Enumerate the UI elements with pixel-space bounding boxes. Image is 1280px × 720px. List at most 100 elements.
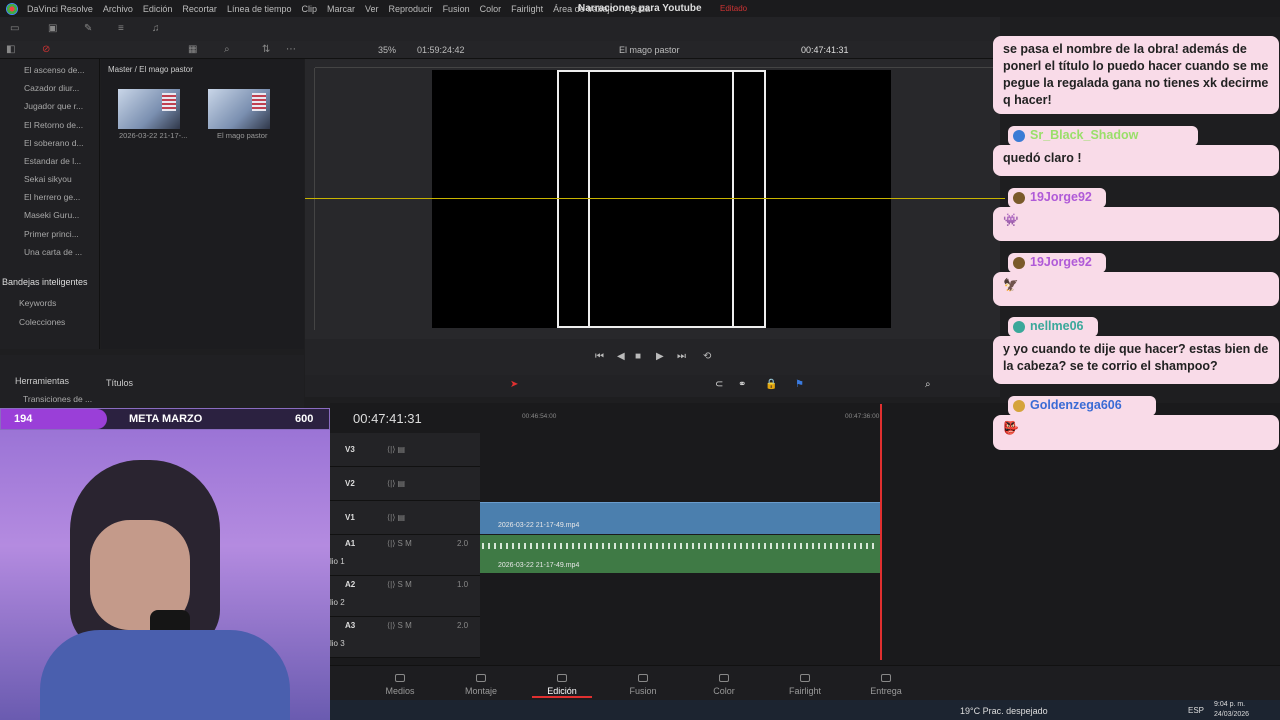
bin-item[interactable]: Sekai sikyou: [24, 174, 72, 184]
media-thumbnail[interactable]: [208, 89, 270, 129]
track-audio-name: lio 2: [330, 598, 345, 607]
track-a3[interactable]: A3 ⟨|⟩ S M 2.0 lio 3: [330, 617, 480, 658]
media-pool-icon[interactable]: ▭: [10, 24, 19, 34]
select-tool-icon[interactable]: ➤: [510, 380, 518, 390]
language[interactable]: ESP: [1188, 706, 1204, 715]
breadcrumb[interactable]: Master / El mago pastor: [108, 65, 193, 74]
bin-item[interactable]: El soberano d...: [24, 138, 84, 148]
chat-username: nellme06: [1008, 317, 1098, 337]
viewer-canvas[interactable]: [432, 70, 891, 328]
menu-marcar[interactable]: Marcar: [327, 4, 355, 14]
track-level: 1.0: [457, 580, 469, 589]
playhead[interactable]: [880, 404, 882, 660]
zoom-icon[interactable]: ⌕: [925, 380, 931, 390]
effects-icon[interactable]: ▣: [48, 24, 57, 34]
menu-ver[interactable]: Ver: [365, 4, 379, 14]
shirt: [40, 630, 290, 720]
more-icon[interactable]: ⋯: [286, 45, 296, 55]
bin-item[interactable]: Estandar de l...: [24, 156, 81, 166]
bin-item[interactable]: Cazador diur...: [24, 83, 79, 93]
track-v3[interactable]: V3 ⟨|⟩ ▤: [330, 433, 480, 467]
track-controls-icon[interactable]: ⟨|⟩ S M: [387, 580, 412, 589]
track-v1[interactable]: V1 ⟨|⟩ ▤: [330, 501, 480, 535]
bin-item[interactable]: Una carta de ...: [24, 247, 82, 257]
track-v2[interactable]: V2 ⟨|⟩ ▤: [330, 467, 480, 501]
chat-message: 👾: [993, 207, 1279, 241]
media-thumbnail[interactable]: [118, 89, 180, 129]
bin-item[interactable]: Maseki Guru...: [24, 210, 79, 220]
menu-recortar[interactable]: Recortar: [182, 4, 217, 14]
track-controls-icon[interactable]: ⟨|⟩ S M: [387, 539, 412, 548]
flag-icon[interactable]: ⚑: [795, 380, 804, 390]
list-icon[interactable]: ≡: [118, 24, 124, 34]
skip-forward-icon[interactable]: ⏭: [677, 352, 686, 362]
link-icon[interactable]: ⚭: [738, 380, 746, 390]
bin-item[interactable]: El Retorno de...: [24, 120, 83, 130]
menu-linea[interactable]: Línea de tiempo: [227, 4, 292, 14]
track-controls-icon[interactable]: ⟨|⟩ ▤: [387, 445, 405, 454]
bin-item[interactable]: Jugador que r...: [24, 101, 83, 111]
stop-icon[interactable]: ■: [635, 352, 641, 362]
page-color[interactable]: Color: [694, 674, 754, 696]
page-fairlight[interactable]: Fairlight: [775, 674, 835, 696]
page-edicion[interactable]: Edición: [532, 674, 592, 698]
goal-current: 194: [14, 413, 33, 425]
source-timecode: 01:59:24:42: [417, 45, 465, 55]
menu-edicion[interactable]: Edición: [143, 4, 173, 14]
zoom-level[interactable]: 35%: [378, 45, 396, 55]
safe-frame-inner: [588, 70, 734, 328]
transport-bar: ⏮ ◀ ■ ▶ ⏭ ⟲: [305, 339, 1000, 375]
audio-clip[interactable]: 2026-03-22 21-17-49.mp4: [480, 535, 880, 573]
media-caption: 2026-03-22 21-17-...: [119, 131, 188, 140]
viewer-ruler: [315, 59, 1000, 68]
track-a2[interactable]: A2 ⟨|⟩ S M 1.0 lio 2: [330, 576, 480, 617]
weather: 19°C Prac. despejado: [960, 706, 1048, 716]
effects-panel: Herramientas Títulos Transiciones de ...: [0, 355, 304, 410]
play-reverse-icon[interactable]: ◀: [617, 352, 625, 362]
transitions-item[interactable]: Transiciones de ...: [23, 394, 92, 404]
edit-index-icon[interactable]: ✎: [84, 24, 92, 34]
page-fusion[interactable]: Fusion: [613, 674, 673, 696]
chat-message: quedó claro !: [993, 145, 1279, 176]
emote-icon: 🦅: [1003, 278, 1019, 292]
track-controls-icon[interactable]: ⟨|⟩ ▤: [387, 479, 405, 488]
disable-icon[interactable]: ⊘: [42, 45, 50, 55]
menu-color[interactable]: Color: [480, 4, 502, 14]
page-entrega[interactable]: Entrega: [856, 674, 916, 696]
goal-title: META MARZO: [129, 413, 203, 425]
tab-tools[interactable]: Herramientas: [15, 376, 69, 386]
page-montaje[interactable]: Montaje: [451, 674, 511, 696]
bin-item[interactable]: Primer princi...: [24, 229, 79, 239]
menu-reproducir[interactable]: Reproducir: [389, 4, 433, 14]
video-clip[interactable]: 2026-03-22 21-17-49.mp4: [480, 502, 880, 534]
skip-back-icon[interactable]: ⏮: [595, 352, 604, 362]
chat-message: se pasa el nombre de la obra! además de …: [993, 36, 1279, 114]
tab-titles[interactable]: Títulos: [106, 378, 133, 388]
panel-toggle-icon[interactable]: ◧: [6, 45, 15, 55]
sort-icon[interactable]: ⇅: [262, 45, 270, 55]
bin-item[interactable]: El herrero ge...: [24, 192, 80, 202]
track-controls-icon[interactable]: ⟨|⟩ ▤: [387, 513, 405, 522]
smart-bin-collections[interactable]: Colecciones: [19, 317, 65, 327]
menu-fusion[interactable]: Fusion: [443, 4, 470, 14]
track-audio-name: lio 3: [330, 639, 345, 648]
webcam-feed: [0, 430, 330, 720]
track-level: 2.0: [457, 621, 469, 630]
timeline-name[interactable]: El mago pastor: [619, 45, 680, 55]
menu-fairlight[interactable]: Fairlight: [511, 4, 543, 14]
play-icon[interactable]: ▶: [656, 352, 664, 362]
bin-item[interactable]: El ascenso de...: [24, 65, 84, 75]
menu-archivo[interactable]: Archivo: [103, 4, 133, 14]
menu-clip[interactable]: Clip: [301, 4, 317, 14]
loop-icon[interactable]: ⟲: [703, 352, 711, 362]
sound-library-icon[interactable]: ♫: [152, 24, 160, 34]
bin-list: El ascenso de... Cazador diur... Jugador…: [0, 59, 100, 349]
smart-bin-keywords[interactable]: Keywords: [19, 298, 56, 308]
track-a1[interactable]: A1 ⟨|⟩ S M 2.0 lio 1: [330, 535, 480, 576]
lock-icon[interactable]: 🔒: [765, 380, 777, 390]
grid-view-icon[interactable]: ▦: [188, 45, 197, 55]
page-medios[interactable]: Medios: [370, 674, 430, 696]
snap-icon[interactable]: ⊂: [715, 380, 723, 390]
track-controls-icon[interactable]: ⟨|⟩ S M: [387, 621, 412, 630]
search-icon[interactable]: ⌕: [224, 45, 230, 55]
